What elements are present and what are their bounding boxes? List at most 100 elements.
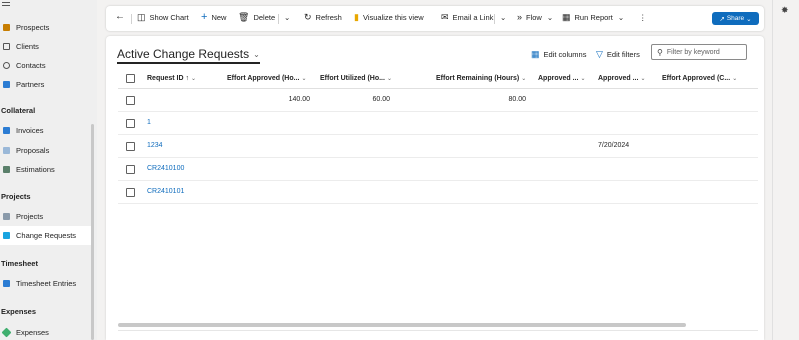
- view-selector[interactable]: Active Change Requests ⌄: [117, 47, 260, 64]
- invoices-icon: [3, 127, 10, 134]
- table-row[interactable]: 1: [118, 112, 758, 135]
- grid-header-row: Request ID ↑ ⌄ Effort Approved (Ho... ⌄ Ef…: [118, 69, 758, 89]
- effort-remaining-cell: 80.00: [508, 96, 526, 103]
- sidebar-item-proposals[interactable]: Proposals: [0, 141, 92, 160]
- row-checkbox[interactable]: [126, 96, 135, 105]
- row-checkbox[interactable]: [126, 188, 135, 197]
- row-checkbox[interactable]: [126, 142, 135, 151]
- more-vertical-icon: ⋮: [639, 13, 647, 22]
- request-id-cell[interactable]: 1: [147, 119, 151, 126]
- delete-button[interactable]: 🗑 Delete: [238, 12, 276, 23]
- flow-icon: »: [517, 12, 523, 22]
- sidebar-item-projects[interactable]: Projects: [0, 207, 92, 226]
- sidebar-item-invoices[interactable]: Invoices: [0, 121, 92, 140]
- sidebar-item-label: Projects: [16, 212, 44, 221]
- flow-button[interactable]: » Flow ⌄: [517, 12, 554, 23]
- chevron-down-icon: ⌄: [301, 76, 307, 82]
- edit-columns-icon: ▦: [531, 49, 540, 59]
- arrow-left-icon: ←: [115, 11, 125, 22]
- flow-label: Flow: [526, 13, 542, 22]
- sidebar-item-clients[interactable]: Clients: [0, 37, 92, 56]
- chevron-down-icon: ⌄: [617, 13, 625, 22]
- refresh-icon: ↻: [304, 12, 312, 22]
- share-label: Share: [726, 15, 745, 22]
- chevron-down-icon: ⌄: [191, 76, 197, 82]
- share-button[interactable]: ↗ Share ⌄: [712, 12, 759, 25]
- edit-filters-button[interactable]: ▽ Edit filters: [596, 49, 640, 60]
- sidebar-item-label: Change Requests: [16, 231, 77, 240]
- sidebar-item-contacts[interactable]: Contacts: [0, 56, 92, 75]
- sidebar-item-label: Estimations: [16, 165, 55, 174]
- hamburger-menu-icon[interactable]: [2, 2, 10, 9]
- column-header-request-id[interactable]: Request ID ↑ ⌄: [147, 75, 196, 82]
- expenses-icon: [1, 327, 12, 338]
- run-report-button[interactable]: ▦ Run Report ⌄: [562, 13, 625, 23]
- sidebar-item-label: Expenses: [16, 328, 49, 337]
- delete-more-button[interactable]: ⌄: [284, 13, 290, 22]
- sidebar-item-label: Proposals: [16, 146, 50, 155]
- new-label: New: [211, 13, 227, 22]
- sidebar-item-label: Timesheet Entries: [16, 279, 77, 288]
- show-chart-button[interactable]: ◫ Show Chart: [137, 12, 189, 23]
- sidebar-item-expenses[interactable]: Expenses: [0, 323, 92, 340]
- copilot-icon[interactable]: ✸: [781, 5, 789, 16]
- column-label: Approved ...: [538, 75, 579, 82]
- chevron-down-icon: ⌄: [746, 15, 752, 23]
- delete-label: Delete: [253, 13, 276, 22]
- visualize-button[interactable]: ▮ Visualize this view: [354, 13, 424, 23]
- projects-icon: [3, 213, 10, 220]
- column-header-approved-2[interactable]: Approved ... ⌄: [598, 75, 645, 82]
- visualize-label: Visualize this view: [362, 13, 424, 22]
- sidebar-group-projects: Projects: [1, 192, 31, 201]
- new-button[interactable]: + New: [201, 11, 227, 23]
- table-row[interactable]: 1234 7/20/2024: [118, 135, 758, 158]
- request-id-cell[interactable]: CR2410101: [147, 188, 184, 195]
- row-checkbox[interactable]: [126, 165, 135, 174]
- select-all-checkbox[interactable]: [126, 74, 135, 83]
- effort-utilized-cell: 60.00: [372, 96, 390, 103]
- chevron-down-icon: ⌄: [500, 13, 507, 22]
- plus-icon: +: [201, 11, 208, 23]
- table-row[interactable]: 140.00 60.00 80.00: [118, 89, 758, 112]
- row-checkbox[interactable]: [126, 119, 135, 128]
- divider: [131, 14, 132, 24]
- sidebar-item-label: Prospects: [16, 23, 50, 32]
- chevron-down-icon: ⌄: [732, 76, 738, 82]
- column-header-effort-remaining[interactable]: Effort Remaining (Hours) ⌄: [436, 75, 526, 82]
- divider: [494, 14, 495, 24]
- view-title: Active Change Requests: [117, 47, 250, 61]
- show-chart-label: Show Chart: [149, 13, 189, 22]
- partners-icon: [3, 81, 10, 88]
- sidebar-scrollbar[interactable]: [91, 124, 94, 340]
- trash-icon: 🗑: [238, 12, 250, 22]
- column-header-effort-approved-c[interactable]: Effort Approved (C... ⌄: [662, 75, 737, 82]
- edit-columns-button[interactable]: ▦ Edit columns: [531, 49, 586, 60]
- chevron-down-icon: ⌄: [640, 76, 646, 82]
- horizontal-scrollbar[interactable]: [118, 323, 686, 327]
- email-link-more-button[interactable]: ⌄: [500, 13, 506, 22]
- refresh-button[interactable]: ↻ Refresh: [304, 12, 342, 23]
- chevron-down-icon: ⌄: [546, 13, 554, 22]
- column-header-effort-utilized[interactable]: Effort Utilized (Ho... ⌄: [320, 75, 392, 82]
- column-header-approved-1[interactable]: Approved ... ⌄: [538, 75, 585, 82]
- sidebar-item-prospects[interactable]: Prospects: [0, 18, 92, 37]
- column-label: Effort Utilized (Ho...: [320, 75, 385, 82]
- column-label: Effort Approved (C...: [662, 75, 731, 82]
- sidebar-item-timesheet-entries[interactable]: Timesheet Entries: [0, 274, 92, 293]
- email-link-button[interactable]: ✉ Email a Link: [441, 13, 493, 23]
- request-id-cell[interactable]: 1234: [147, 142, 163, 149]
- request-id-cell[interactable]: CR2410100: [147, 165, 184, 172]
- column-header-effort-approved-hours[interactable]: Effort Approved (Ho... ⌄: [227, 75, 307, 82]
- more-commands-button[interactable]: ⋮: [639, 13, 647, 22]
- sidebar-item-partners[interactable]: Partners: [0, 75, 92, 94]
- table-row[interactable]: CR2410100: [118, 158, 758, 181]
- sidebar-item-change-requests[interactable]: Change Requests: [0, 226, 92, 245]
- filter-keyword-input[interactable]: ⚲ Filter by keyword: [651, 44, 747, 60]
- column-label: Effort Remaining (Hours): [436, 75, 520, 82]
- back-button[interactable]: ←: [115, 11, 125, 22]
- chart-icon: ◫: [137, 12, 146, 22]
- sidebar-item-estimations[interactable]: Estimations: [0, 160, 92, 179]
- table-row[interactable]: CR2410101: [118, 181, 758, 204]
- sidebar-group-expenses: Expenses: [1, 307, 37, 316]
- prospects-icon: [3, 24, 10, 31]
